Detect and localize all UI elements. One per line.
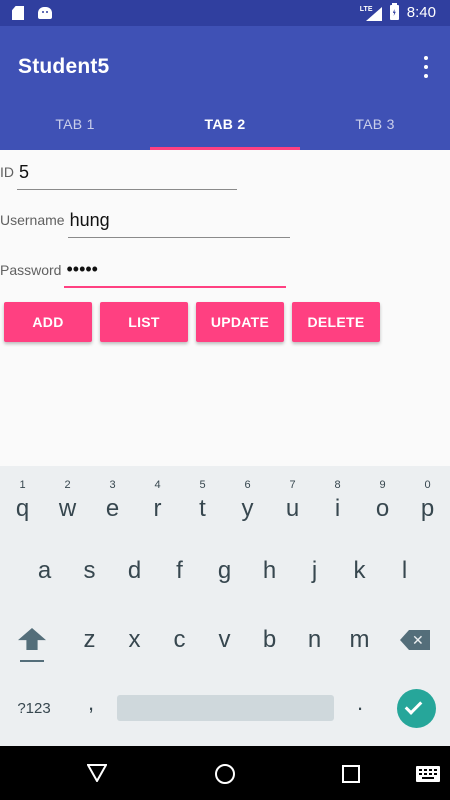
delete-button[interactable]: DELETE	[292, 302, 380, 342]
symbols-key[interactable]: ?123	[6, 694, 62, 724]
home-icon[interactable]	[214, 763, 236, 785]
signal-icon: LTE	[359, 5, 382, 21]
key-v[interactable]: v	[202, 610, 247, 670]
key-c[interactable]: c	[157, 610, 202, 670]
period-key[interactable]: .	[346, 690, 374, 726]
app-title: Student5	[18, 55, 110, 78]
action-buttons: ADD LIST UPDATE DELETE	[4, 302, 380, 342]
key-l[interactable]: l	[382, 541, 427, 601]
key-g[interactable]: g	[202, 541, 247, 601]
shift-arrow	[18, 628, 46, 650]
id-row: ID 5	[0, 154, 237, 190]
sd-card-icon	[12, 6, 24, 20]
tab-indicator	[150, 147, 300, 150]
shift-underline	[20, 660, 44, 662]
key-x[interactable]: x	[112, 610, 157, 670]
key-n[interactable]: n	[292, 610, 337, 670]
shift-icon[interactable]	[10, 626, 54, 674]
password-row: Password •••••	[0, 252, 287, 288]
key-u[interactable]: 7u	[270, 472, 315, 532]
key-q[interactable]: 1q	[0, 472, 45, 532]
status-bar: LTE 8:40	[0, 0, 450, 26]
key-b[interactable]: b	[247, 610, 292, 670]
key-p[interactable]: 0p	[405, 472, 450, 532]
battery-charging-icon	[389, 3, 399, 20]
app-bar: Student5 TAB 1 TAB 2 TAB 3	[0, 26, 450, 150]
keyboard-row-1: 1q 2w 3e 4r 5t 6y 7u 8i 9o 0p	[0, 472, 450, 532]
tab-3[interactable]: TAB 3	[300, 102, 450, 150]
check-mark	[404, 697, 423, 715]
space-bar[interactable]	[117, 695, 334, 721]
id-label: ID	[0, 164, 14, 180]
enter-check-icon[interactable]	[397, 689, 436, 728]
tab-2[interactable]: TAB 2	[150, 102, 300, 150]
keyboard-row-2: a s d f g h j k l	[0, 541, 450, 601]
id-input[interactable]: 5	[17, 154, 237, 190]
network-type-label: LTE	[359, 5, 373, 13]
tab-1[interactable]: TAB 1	[0, 102, 150, 150]
more-vert-icon[interactable]	[416, 56, 436, 78]
key-m[interactable]: m	[337, 610, 382, 670]
key-d[interactable]: d	[112, 541, 157, 601]
android-icon	[38, 7, 52, 19]
username-input[interactable]: hung	[67, 202, 290, 238]
key-f[interactable]: f	[157, 541, 202, 601]
password-input[interactable]: •••••	[64, 252, 287, 288]
key-w[interactable]: 2w	[45, 472, 90, 532]
status-clock: 8:40	[406, 4, 436, 21]
password-label: Password	[0, 262, 62, 278]
key-e[interactable]: 3e	[90, 472, 135, 532]
recents-icon[interactable]	[342, 765, 360, 783]
key-h[interactable]: h	[247, 541, 292, 601]
navigation-bar	[0, 746, 450, 800]
tab-bar: TAB 1 TAB 2 TAB 3	[0, 102, 450, 150]
key-o[interactable]: 9o	[360, 472, 405, 532]
username-label: Username	[0, 212, 65, 228]
list-button[interactable]: LIST	[100, 302, 188, 342]
key-y[interactable]: 6y	[225, 472, 270, 532]
comma-key[interactable]: ,	[76, 690, 106, 726]
key-z[interactable]: z	[67, 610, 112, 670]
key-i[interactable]: 8i	[315, 472, 360, 532]
username-row: Username hung	[0, 202, 290, 238]
key-r[interactable]: 4r	[135, 472, 180, 532]
keyboard-row-3: z x c v b n m	[0, 610, 450, 670]
key-a[interactable]: a	[22, 541, 67, 601]
notification-icons	[12, 6, 52, 20]
key-k[interactable]: k	[337, 541, 382, 601]
system-icons: LTE 8:40	[359, 3, 436, 21]
key-s[interactable]: s	[67, 541, 112, 601]
backspace-x-mark: ✕	[412, 632, 424, 648]
backspace-icon[interactable]: ✕	[400, 630, 430, 652]
add-button[interactable]: ADD	[4, 302, 92, 342]
update-button[interactable]: UPDATE	[196, 302, 284, 342]
soft-keyboard: 1q 2w 3e 4r 5t 6y 7u 8i 9o 0p a s d f g …	[0, 466, 450, 746]
keyboard-switch-icon[interactable]	[416, 766, 440, 782]
key-t[interactable]: 5t	[180, 472, 225, 532]
back-icon[interactable]	[87, 764, 107, 782]
key-j[interactable]: j	[292, 541, 337, 601]
